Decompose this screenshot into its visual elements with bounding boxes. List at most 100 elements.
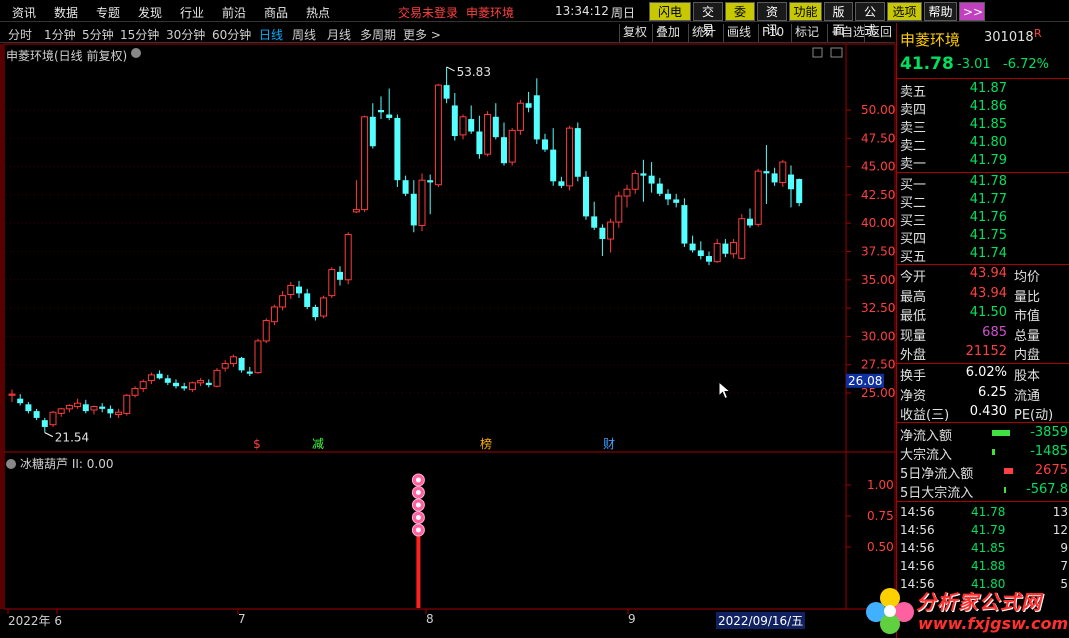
chart-frame (3, 43, 896, 610)
stat-label: 最低 (900, 309, 927, 324)
bid-price[interactable]: 41.76 (970, 210, 1007, 225)
candle-body-down (558, 181, 565, 186)
candle-body-down (599, 227, 606, 240)
stat2-value: 6.02% (965, 365, 1007, 380)
stat2-value: 6.25 (978, 384, 1007, 400)
candle-body-up (516, 102, 524, 131)
candle-body-up (90, 406, 98, 411)
candle-body-down (238, 357, 245, 371)
quote-panel: 申菱环境 301018 R 41.78 -3.01 -6.72% 卖五 41.87… (896, 23, 1069, 638)
stat-label: 现量 (900, 328, 927, 344)
ask-price[interactable]: 41.79 (970, 153, 1007, 168)
tick-price: 41.78 (971, 505, 1006, 519)
ask-price[interactable]: 41.80 (970, 135, 1007, 150)
candle-body-up (607, 221, 615, 240)
candle-body-down (173, 382, 179, 387)
candle-body-up (352, 209, 360, 213)
candle-body-down (296, 286, 302, 294)
event-mark-0[interactable]: $ (253, 437, 261, 451)
flows-row: 净流入额 -3859 (897, 425, 1069, 444)
candle-body-up (229, 356, 237, 365)
stat-right-label: 市值 (1014, 309, 1041, 324)
asks-row: 卖五 41.87 (897, 81, 1069, 100)
candle-body-up (320, 297, 328, 317)
window-icon[interactable] (830, 47, 843, 58)
candle-body-down (550, 149, 557, 182)
price-axis-label: 27.50 (861, 358, 895, 372)
candle-body-down (476, 131, 483, 155)
tick-volume: 12 (1052, 523, 1068, 537)
indicator-title: 冰糖葫芦 II: 0.00 (6, 455, 113, 472)
stat-value: 685 (982, 324, 1007, 340)
stat2-label: 净资 (900, 388, 927, 404)
tick-time: 14:56 (900, 523, 935, 537)
tick-volume: 7 (1060, 559, 1068, 573)
expand-icon[interactable] (812, 47, 823, 58)
candle-body-up (74, 402, 82, 408)
candle-body-down (378, 110, 384, 113)
candle-body-down (533, 95, 540, 140)
stat-label: 最高 (900, 289, 927, 305)
event-mark-2[interactable]: 榜 (480, 436, 492, 451)
candle-body-up (615, 195, 623, 223)
stats2-row: 换手 6.02% 股本 (897, 365, 1069, 384)
event-mark-3[interactable]: 财 (603, 437, 615, 451)
stat2-value: 0.430 (969, 404, 1007, 419)
candle-body-down (402, 180, 409, 194)
candle-body-up (713, 243, 721, 263)
indicator-gourd-core (415, 490, 421, 495)
tick-price: 41.85 (971, 541, 1006, 555)
event-mark-1[interactable]: 减 (312, 437, 324, 451)
stat-label: 今开 (900, 270, 927, 285)
candle-body-down (468, 119, 475, 132)
bid-label: 买二 (900, 196, 927, 211)
candle-body-down (763, 171, 770, 174)
candle-body-down (17, 398, 24, 404)
flow-bar (1004, 487, 1006, 493)
candle-body-down (656, 183, 663, 194)
flow-label: 5日大宗流入 (900, 486, 974, 501)
tick-volume: 9 (1060, 541, 1068, 555)
stat-value: 43.94 (969, 266, 1007, 281)
ask-price[interactable]: 41.85 (970, 117, 1007, 132)
price-axis-label: 25.00 (861, 386, 895, 400)
candle-body-down (164, 378, 171, 383)
bid-label: 买四 (900, 232, 927, 247)
candle-body-up (754, 170, 762, 225)
stats-row: 今开 43.94 均价 (897, 266, 1069, 285)
bid-price[interactable]: 41.74 (970, 246, 1007, 261)
x-axis-label-1: 7 (238, 612, 246, 626)
candle-body-down (99, 406, 106, 409)
candle-body-up (623, 188, 631, 197)
flows-row: 大宗流入 -1485 (897, 444, 1069, 463)
candle-body-up (279, 295, 287, 308)
bid-price[interactable]: 41.75 (970, 228, 1007, 243)
candle-body-down (796, 179, 803, 204)
low-pointer (44, 432, 54, 438)
flows-row: 5日净流入额 2675 (897, 463, 1069, 482)
candle-body-down (337, 271, 343, 280)
candle-body-up (57, 408, 65, 414)
candle-body-down (33, 411, 40, 418)
candle-body-up (139, 381, 147, 389)
bid-price[interactable]: 41.78 (970, 174, 1007, 189)
candle-body-down (583, 176, 589, 217)
ask-price[interactable]: 41.86 (970, 99, 1007, 114)
candle-body-down (312, 306, 319, 318)
flow-value: -1485 (1030, 444, 1068, 459)
indicator-collapse-icon[interactable] (6, 459, 16, 469)
stat2-right-label: 股本 (1014, 369, 1041, 384)
ask-price[interactable]: 41.87 (970, 81, 1007, 96)
candle-body-down (304, 293, 311, 307)
bid-price[interactable]: 41.77 (970, 192, 1007, 207)
candle-body-up (131, 387, 139, 396)
chart-options-icon[interactable] (131, 48, 141, 58)
candle-body-down (394, 117, 401, 181)
x-axis-label-0: 2022年 6 (8, 614, 62, 628)
bids-row: 买二 41.77 (897, 192, 1069, 211)
tick-time: 14:56 (900, 505, 935, 519)
bids-row: 买五 41.74 (897, 246, 1069, 265)
watermark-url: www.fxjgsw.com (918, 614, 1069, 633)
x-axis-label-3: 9 (628, 612, 636, 626)
candle-body-down (205, 382, 212, 386)
